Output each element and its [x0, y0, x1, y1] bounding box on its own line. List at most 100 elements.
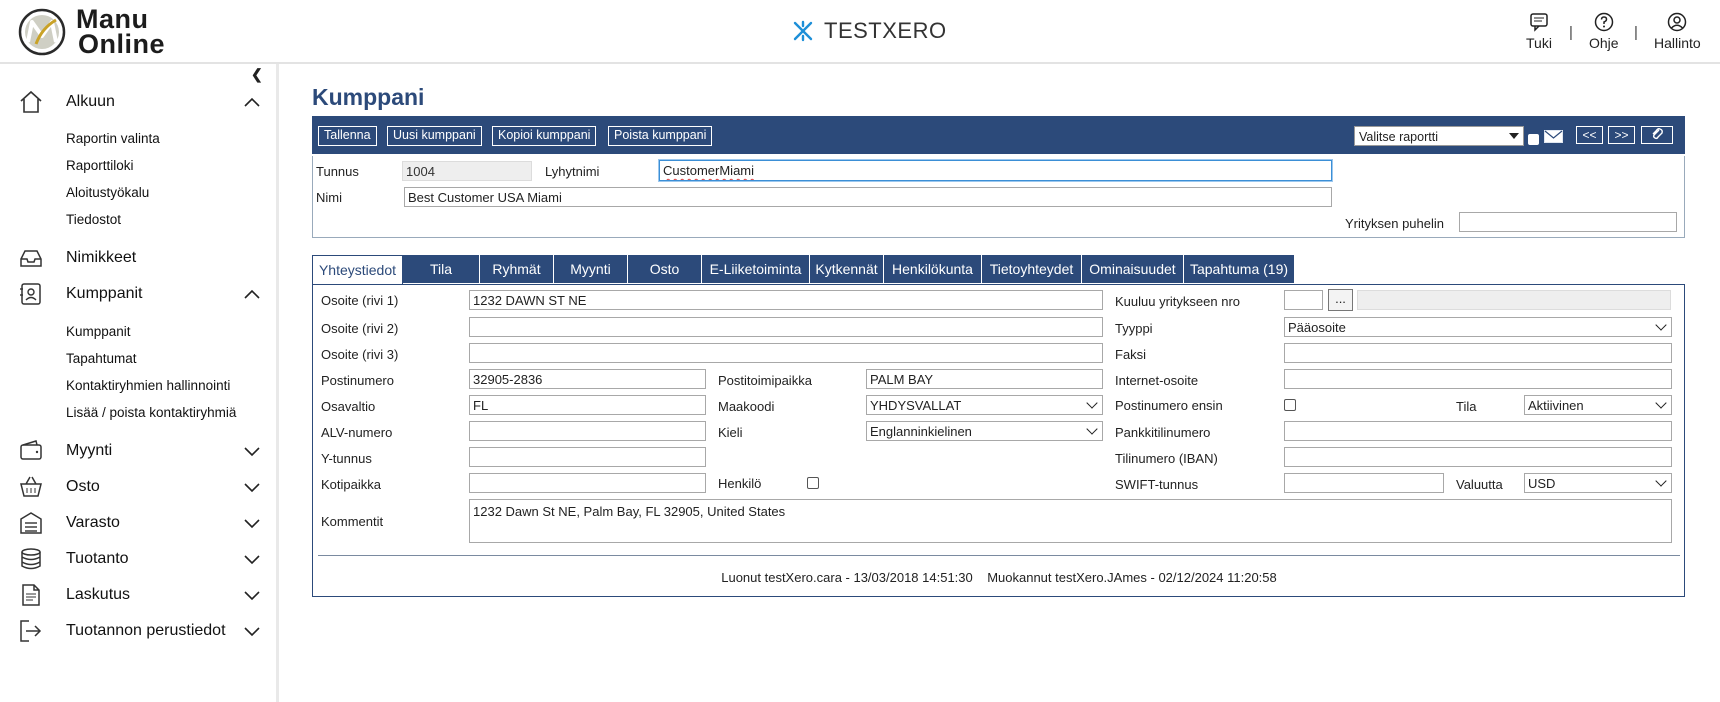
company-phone-field[interactable]	[1459, 212, 1677, 232]
chevron-down-icon[interactable]	[243, 625, 261, 637]
address1-field[interactable]: 1232 DAWN ST NE	[469, 290, 1103, 310]
previous-record-button[interactable]: <<	[1576, 126, 1603, 144]
sidebar-subitem-start-tool[interactable]: Aloitustyökalu	[66, 185, 149, 200]
tab-ryhmat[interactable]: Ryhmät	[480, 255, 554, 283]
sidebar-subitem-report-log[interactable]: Raporttiloki	[66, 158, 134, 173]
sidebar-subitem-add-remove-groups[interactable]: Lisää / poista kontaktiryhmiä	[66, 405, 236, 420]
collapse-sidebar-icon[interactable]: ❮	[251, 66, 263, 83]
tab-tila[interactable]: Tila	[403, 255, 480, 283]
city-field[interactable]: PALM BAY	[866, 369, 1103, 389]
tab-osto[interactable]: Osto	[628, 255, 702, 283]
chevron-down-icon[interactable]	[243, 517, 261, 529]
sidebar-subitem-partners[interactable]: Kumppanit	[66, 324, 131, 339]
sidebar-item-kumppanit[interactable]: Kumppanit	[0, 279, 276, 309]
vat-field[interactable]	[469, 421, 706, 441]
country-select[interactable]: YHDYSVALLAT	[866, 395, 1103, 415]
tab-e-liiketoiminta[interactable]: E-Liiketoiminta	[702, 255, 810, 283]
person-checkbox[interactable]	[807, 477, 819, 489]
short-name-field[interactable]: CustomerMiami	[659, 160, 1332, 181]
status-select[interactable]: Aktiivinen	[1524, 395, 1672, 415]
country-label: Maakoodi	[718, 399, 775, 414]
sidebar-item-varasto[interactable]: Varasto	[0, 508, 276, 538]
postal-code-field[interactable]: 32905-2836	[469, 369, 706, 389]
postal-first-checkbox[interactable]	[1284, 399, 1296, 411]
tab-henkilokunta[interactable]: Henkilökunta	[884, 255, 982, 283]
copy-partner-button[interactable]: Kopioi kumppani	[492, 126, 597, 146]
domicile-field[interactable]	[469, 473, 706, 493]
fax-label: Faksi	[1115, 347, 1147, 362]
sidebar-item-laskutus[interactable]: Laskutus	[0, 580, 276, 610]
sidebar-subitem-events[interactable]: Tapahtumat	[66, 351, 137, 366]
new-partner-button[interactable]: Uusi kumppani	[387, 126, 482, 146]
sidebar-subitem-files[interactable]: Tiedostot	[66, 212, 121, 227]
tab-tapahtuma[interactable]: Tapahtuma (19)	[1184, 255, 1295, 283]
tab-tietoyhteydet[interactable]: Tietoyhteydet	[982, 255, 1082, 283]
sidebar-item-myynti[interactable]: Myynti	[0, 436, 276, 466]
status-select-value: Aktiivinen	[1528, 398, 1584, 413]
save-button[interactable]: Tallenna	[318, 126, 377, 146]
home-icon	[20, 90, 42, 113]
sidebar-item-label: Myynti	[66, 442, 113, 459]
chevron-up-icon[interactable]	[243, 96, 261, 108]
address3-field[interactable]	[469, 343, 1103, 363]
tab-yhteystiedot[interactable]: Yhteystiedot	[312, 255, 403, 285]
sidebar-item-osto[interactable]: Osto	[0, 472, 276, 502]
swift-field[interactable]	[1284, 473, 1444, 493]
email-icon[interactable]	[1544, 130, 1563, 143]
attachment-button[interactable]	[1641, 126, 1673, 144]
next-record-button[interactable]: >>	[1608, 126, 1635, 144]
type-select[interactable]: Pääosoite	[1284, 317, 1672, 337]
delete-partner-button[interactable]: Poista kumppani	[608, 126, 713, 146]
address2-field[interactable]	[469, 317, 1103, 337]
iban-label: Tilinumero (IBAN)	[1115, 451, 1218, 466]
currency-select[interactable]: USD	[1524, 473, 1672, 493]
tab-myynti[interactable]: Myynti	[554, 255, 628, 283]
domicile-label: Kotipaikka	[321, 477, 381, 492]
help-button[interactable]: Ohje	[1589, 12, 1619, 51]
comments-textarea[interactable]: 1232 Dawn St NE, Palm Bay, FL 32905, Uni…	[469, 499, 1672, 543]
chevron-down-icon[interactable]	[243, 589, 261, 601]
parent-company-label: Kuuluu yritykseen nro	[1115, 294, 1241, 309]
admin-button[interactable]: Hallinto	[1654, 12, 1701, 51]
chevron-down-icon[interactable]	[243, 481, 261, 493]
parent-company-lookup-button[interactable]: ...	[1328, 289, 1353, 311]
exit-icon	[20, 620, 42, 642]
sidebar-item-label: Kumppanit	[66, 285, 143, 302]
report-checkbox[interactable]	[1528, 134, 1539, 145]
support-button[interactable]: Tuki	[1526, 12, 1552, 51]
short-name-label: Lyhytnimi	[545, 164, 600, 179]
tab-ominaisuudet[interactable]: Ominaisuudet	[1082, 255, 1184, 283]
sidebar-item-nimikkeet[interactable]: Nimikkeet	[0, 243, 276, 273]
language-select[interactable]: Englanninkielinen	[866, 421, 1103, 441]
bank-account-field[interactable]	[1284, 421, 1672, 441]
sidebar-item-tuotannon-perustiedot[interactable]: Tuotannon perustiedot	[0, 616, 276, 646]
sidebar-item-tuotanto[interactable]: Tuotanto	[0, 544, 276, 574]
sidebar-item-alkuun[interactable]: Alkuun	[0, 87, 276, 117]
report-select-value: Valitse raportti	[1359, 130, 1438, 144]
state-field[interactable]: FL	[469, 395, 706, 415]
fax-field[interactable]	[1284, 343, 1672, 363]
contact-card-icon	[20, 283, 41, 305]
name-field[interactable]: Best Customer USA Miami	[404, 187, 1332, 207]
sidebar-subitem-report-selection[interactable]: Raportin valinta	[66, 131, 160, 146]
language-select-value: Englanninkielinen	[870, 424, 972, 439]
chevron-down-icon[interactable]	[243, 445, 261, 457]
chevron-down-icon[interactable]	[243, 553, 261, 565]
chevron-down-icon	[1655, 475, 1667, 487]
website-field[interactable]	[1284, 369, 1672, 389]
report-select[interactable]: Valitse raportti	[1354, 126, 1524, 146]
logo[interactable]: Manu Online	[18, 6, 165, 58]
footer-divider	[318, 555, 1680, 556]
chat-icon	[1530, 13, 1548, 32]
tab-kytkennat[interactable]: Kytkennät	[810, 255, 884, 283]
vat-label: ALV-numero	[321, 425, 393, 440]
iban-field[interactable]	[1284, 447, 1672, 467]
chevron-up-icon[interactable]	[243, 288, 261, 300]
sidebar-subitem-contact-groups[interactable]: Kontaktiryhmien hallinnointi	[66, 378, 230, 393]
parent-company-field[interactable]	[1284, 290, 1323, 310]
person-label: Henkilö	[718, 476, 762, 491]
language-label: Kieli	[718, 425, 743, 440]
wallet-icon	[20, 440, 42, 460]
chevron-down-icon	[1086, 397, 1098, 409]
business-id-field[interactable]	[469, 447, 706, 467]
